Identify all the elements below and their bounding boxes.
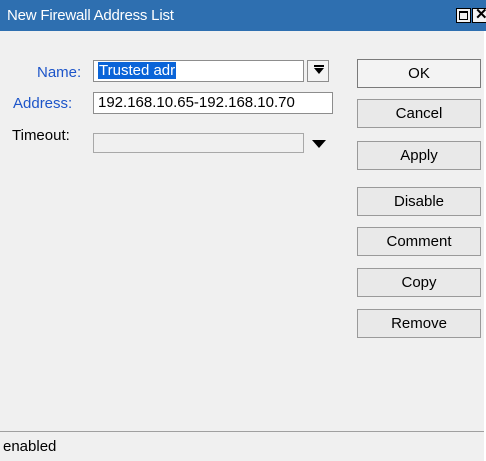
name-input[interactable]: Trusted adr [93, 60, 304, 82]
apply-button[interactable]: Apply [357, 141, 481, 170]
close-icon[interactable]: ✕ [472, 6, 486, 23]
chevron-down-icon [314, 68, 324, 74]
window-title: New Firewall Address List [7, 7, 174, 24]
timeout-label: Timeout: [12, 127, 70, 144]
dropdown-bar-icon [314, 65, 324, 67]
copy-button[interactable]: Copy [357, 268, 481, 297]
close-glyph: ✕ [475, 6, 486, 23]
maximize-icon[interactable] [456, 8, 471, 23]
comment-button[interactable]: Comment [357, 227, 481, 256]
ok-button[interactable]: OK [357, 59, 481, 88]
address-value: 192.168.10.65-192.168.10.70 [98, 94, 295, 111]
name-label: Name: [37, 64, 82, 81]
title-bar[interactable]: New Firewall Address List ✕ [0, 0, 486, 31]
timeout-input[interactable] [93, 133, 304, 153]
cancel-button[interactable]: Cancel [357, 99, 481, 128]
address-input[interactable]: 192.168.10.65-192.168.10.70 [93, 92, 333, 114]
remove-button[interactable]: Remove [357, 309, 481, 338]
dialog-window: New Firewall Address List ✕ Name: Truste… [0, 0, 486, 461]
status-text: enabled [3, 438, 57, 455]
timeout-dropdown-icon[interactable] [312, 140, 326, 148]
status-divider [0, 431, 484, 432]
address-label: Address: [13, 95, 73, 112]
disable-button[interactable]: Disable [357, 187, 481, 216]
name-dropdown-button[interactable] [307, 60, 329, 82]
name-value: Trusted adr [98, 62, 177, 79]
